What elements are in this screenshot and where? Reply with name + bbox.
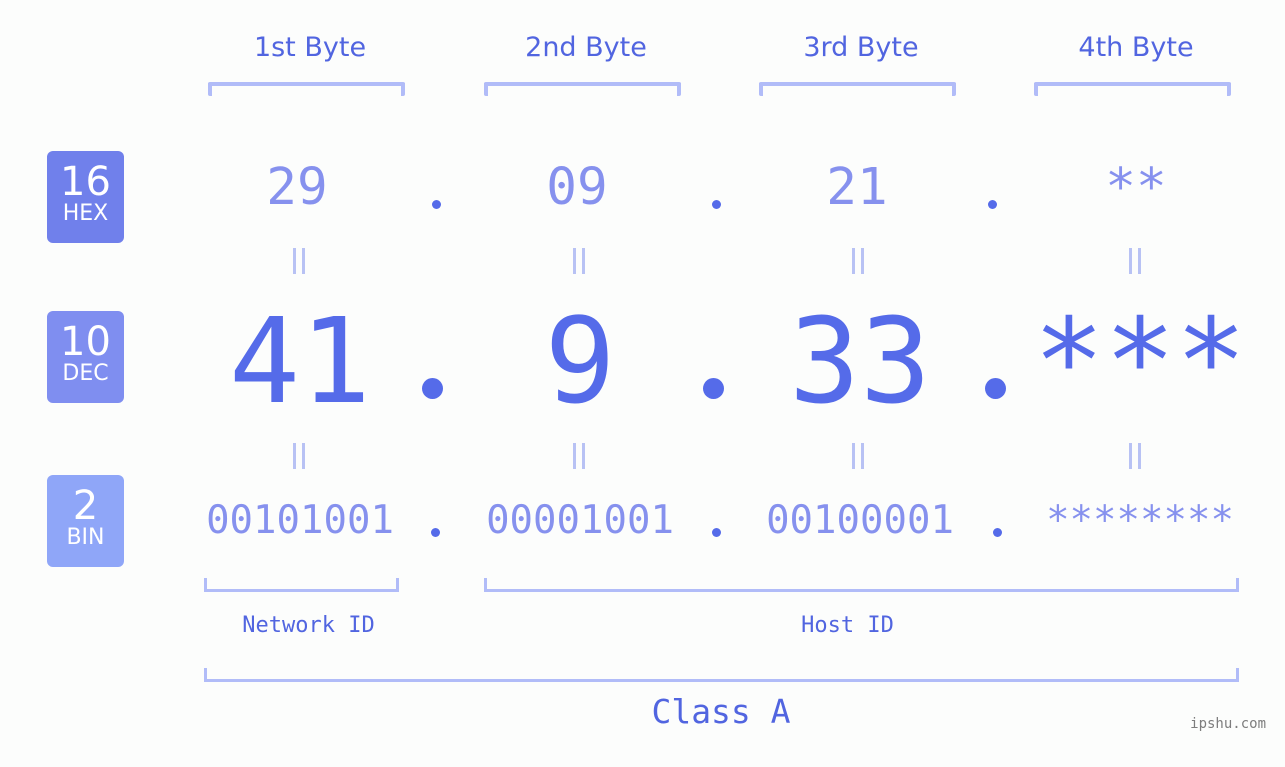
byte-header-1: 1st Byte (253, 32, 367, 63)
hex-value-1: 29 (266, 158, 328, 217)
hex-value-3: 21 (826, 158, 888, 217)
dec-badge-label: DEC (62, 361, 109, 386)
class-label: Class A (651, 692, 791, 731)
dec-value-1: 41 (228, 292, 372, 430)
byte-bracket-3 (759, 82, 956, 96)
dec-badge-number: 10 (60, 319, 111, 365)
hex-badge: 16 HEX (47, 151, 124, 243)
equals-icon (293, 443, 305, 469)
hex-badge-number: 16 (60, 159, 111, 205)
dec-value-3: 33 (788, 292, 932, 430)
byte-bracket-1 (208, 82, 405, 96)
dec-badge: 10 DEC (47, 311, 124, 403)
byte-bracket-2 (484, 82, 681, 96)
byte-header-4: 4th Byte (1078, 32, 1194, 63)
host-id-bracket (484, 578, 1239, 592)
bin-badge-label: BIN (66, 525, 105, 550)
host-id-label: Host ID (801, 613, 894, 638)
dec-value-4: *** (1033, 292, 1247, 430)
hex-separator-dot-1 (432, 200, 441, 209)
byte-bracket-4 (1034, 82, 1231, 96)
dec-separator-dot-3 (985, 378, 1006, 399)
bin-value-3: 00100001 (766, 498, 954, 543)
bin-value-2: 00001001 (486, 498, 674, 543)
network-id-bracket (204, 578, 399, 592)
equals-icon (573, 443, 585, 469)
watermark: ipshu.com (1190, 716, 1266, 732)
dec-value-2: 9 (544, 292, 616, 430)
hex-badge-label: HEX (62, 201, 109, 226)
bin-separator-dot-3 (993, 528, 1002, 537)
bin-value-4: ******** (1046, 498, 1234, 543)
byte-header-3: 3rd Byte (803, 32, 919, 63)
byte-header-2: 2nd Byte (525, 32, 647, 63)
equals-icon (852, 443, 864, 469)
equals-icon (573, 248, 585, 274)
bin-badge-number: 2 (72, 483, 99, 529)
bin-separator-dot-1 (431, 528, 440, 537)
bin-badge: 2 BIN (47, 475, 124, 567)
dec-separator-dot-2 (703, 378, 724, 399)
hex-separator-dot-3 (988, 200, 997, 209)
network-id-label: Network ID (242, 613, 375, 638)
bin-value-1: 00101001 (206, 498, 394, 543)
class-bracket (204, 668, 1239, 682)
bin-separator-dot-2 (712, 528, 721, 537)
hex-value-4: ** (1105, 158, 1167, 217)
equals-icon (1129, 443, 1141, 469)
hex-separator-dot-2 (712, 200, 721, 209)
equals-icon (852, 248, 864, 274)
equals-icon (293, 248, 305, 274)
hex-value-2: 09 (546, 158, 608, 217)
dec-separator-dot-1 (422, 378, 443, 399)
equals-icon (1129, 248, 1141, 274)
